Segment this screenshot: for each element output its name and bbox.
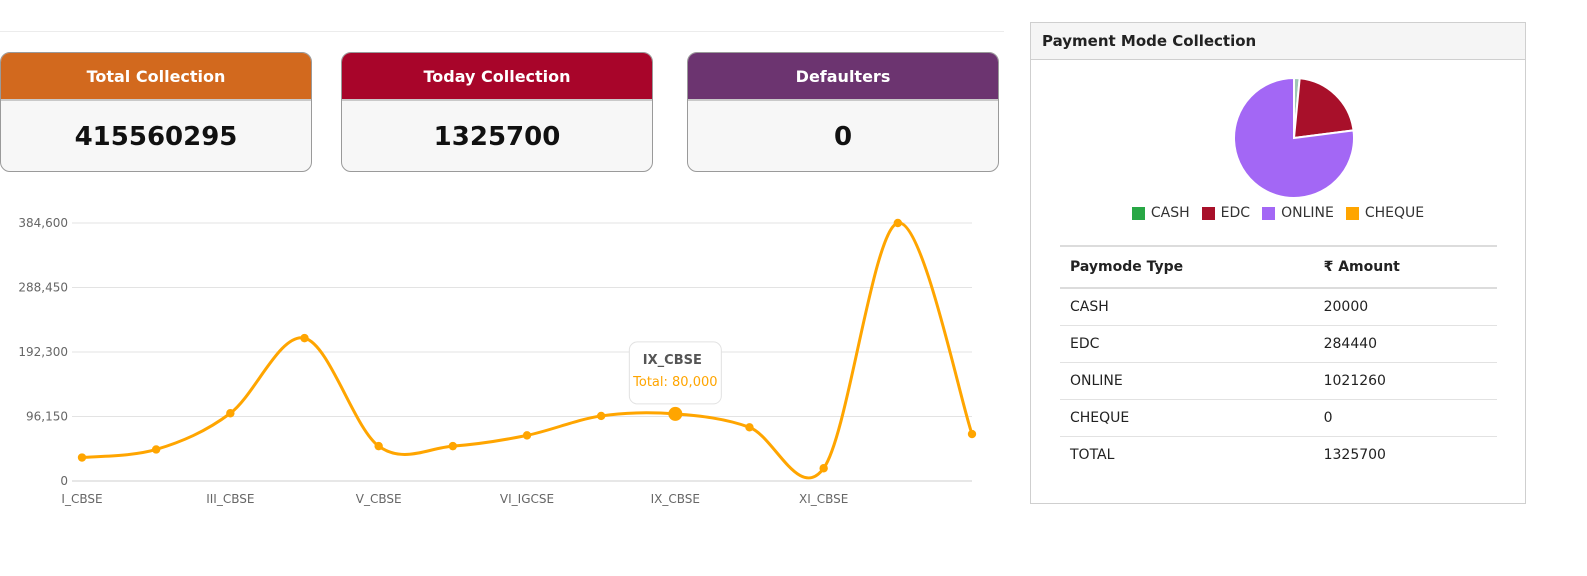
pie-slice-edc[interactable] [1292,77,1355,140]
legend-item-cheque[interactable]: CHEQUE [1345,205,1424,221]
x-tick-label: V_CBSE [356,492,402,506]
top-divider [0,31,1004,32]
data-point[interactable] [374,441,383,451]
defaulters-value: 0 [833,122,853,152]
payment-legend: CASH EDC ONLINE CHEQUE [1031,205,1525,221]
col-paymode-type: Paymode Type [1060,245,1314,289]
table-row-total: TOTAL 1325700 [1070,447,1386,463]
data-point[interactable] [226,409,235,418]
col-amount: ₹ Amount [1313,245,1497,289]
legend-swatch-edc [1201,206,1215,220]
defaulters-card: Defaulters 0 [687,52,999,172]
x-tick-label: XI_CBSE [799,492,848,506]
x-tick-label: I_CBSE [61,492,102,506]
today-collection-value: 1325700 [433,122,561,152]
data-point[interactable] [819,464,828,473]
series-line [81,221,974,480]
tooltip-title: IX_CBSE [643,353,702,368]
table-header-row: Paymode Type ₹ Amount [1060,245,1497,289]
today-collection-card: Today Collection 1325700 [341,52,653,172]
today-collection-header: Today Collection [342,53,652,101]
legend-swatch-online [1262,206,1276,220]
x-tick-label: III_CBSE [206,492,254,506]
data-point[interactable] [77,453,87,462]
total-collection-header: Total Collection [1,53,311,101]
tooltip-box [628,341,722,405]
table-row: EDC 284440 [1060,325,1497,363]
paymode-table: Paymode Type ₹ Amount CASH 20000 EDC 28444… [1060,245,1497,473]
y-tick-label: 384,600 [18,216,68,230]
y-tick-label: 192,300 [18,345,68,359]
total-collection-value: 415560295 [74,122,238,152]
y-tick-label: 0 [60,474,68,488]
table-row: CASH 20000 [1060,288,1497,326]
defaulters-header: Defaulters [688,53,998,101]
payment-mode-panel: Payment Mode Collection CASH EDC ONLINE … [1030,22,1526,504]
data-point[interactable] [151,445,161,454]
x-tick-label: IX_CBSE [651,492,700,506]
y-tick-label: 288,450 [18,281,68,295]
data-point[interactable] [522,431,532,440]
total-collection-card: Total Collection 415560295 [0,52,312,172]
tooltip-value: Total: 80,000 [632,375,717,390]
legend-item-online[interactable]: ONLINE [1262,205,1334,221]
data-point[interactable] [967,429,977,439]
data-point[interactable] [668,406,683,421]
legend-swatch-cash [1131,206,1145,220]
y-tick-label: 96,150 [26,410,68,424]
data-point[interactable] [448,441,458,451]
class-collection-line-chart[interactable]: 0 96,150 192,300 288,450 384,600 I_CBSE III_CB… [0,200,1000,520]
table-row: ONLINE 1021260 [1060,362,1497,400]
table-row: CHEQUE 0 [1060,399,1497,437]
chart-tooltip: IX_CBSE Total: 80,000 [628,341,722,405]
data-point[interactable] [596,411,606,421]
data-point[interactable] [300,333,309,343]
legend-item-cash[interactable]: CASH [1131,205,1190,221]
payment-mode-title: Payment Mode Collection [1031,23,1525,60]
data-point[interactable] [893,218,903,228]
legend-item-edc[interactable]: EDC [1201,205,1250,221]
legend-swatch-cheque [1345,206,1359,220]
payment-pie-chart[interactable] [1031,63,1527,213]
x-tick-label: VI_IGCSE [500,492,554,506]
data-point[interactable] [745,423,754,432]
